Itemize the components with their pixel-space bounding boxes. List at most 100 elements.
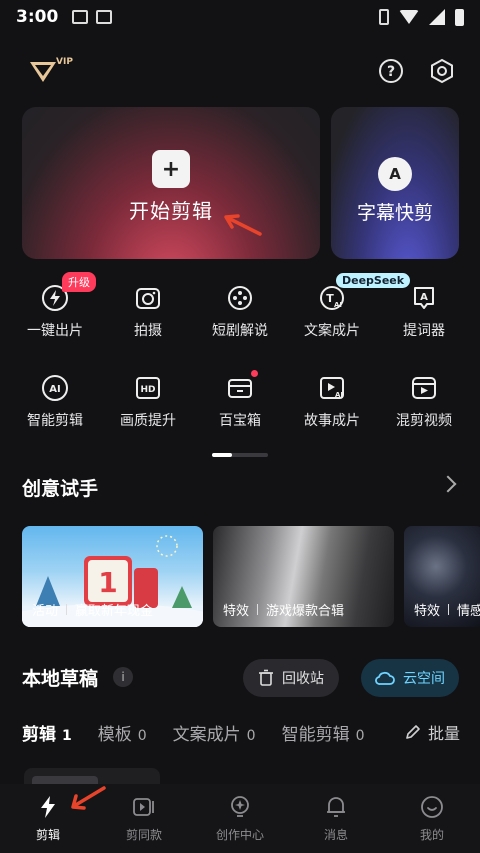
toolbox-red-dot: [251, 370, 258, 377]
tool-prompter[interactable]: A 提词器: [378, 284, 470, 340]
mix-video-icon: [412, 377, 436, 399]
help-icon: ?: [379, 59, 403, 83]
tool-label: 混剪视频: [396, 413, 452, 429]
nav-label: 我的: [419, 828, 444, 842]
deepseek-badge: DeepSeek: [336, 273, 411, 288]
trash-icon: [259, 669, 273, 686]
svg-text:AI: AI: [334, 301, 342, 309]
app-notification-icon: [96, 10, 113, 24]
tool-label: 提词器: [403, 323, 445, 339]
annotation-arrow-icon: [71, 786, 106, 810]
tool-mix-video[interactable]: 混剪视频: [378, 374, 470, 430]
start-edit-label: 开始剪辑: [129, 199, 213, 223]
creator-bulb-icon: [231, 796, 249, 817]
edit-pencil-icon: [406, 725, 420, 739]
battery-icon: [455, 8, 464, 26]
info-icon[interactable]: i: [113, 667, 133, 687]
nav-profile[interactable]: 我的: [384, 784, 480, 853]
tool-quality-boost[interactable]: HD 画质提升: [102, 374, 194, 430]
tool-label: 短剧解说: [212, 323, 268, 339]
promo-card-emotion[interactable]: 特效 情感: [404, 526, 480, 627]
draft-tabs: 剪辑 1 模板 0 文案成片 0 智能剪辑 0 批量: [22, 720, 460, 745]
recycle-bin-button[interactable]: 回收站: [243, 659, 339, 697]
help-button[interactable]: ?: [377, 57, 405, 85]
tab-count: 0: [137, 727, 147, 744]
subtitle-quick-cut-card[interactable]: A 字幕快剪: [331, 107, 459, 259]
chevron-right-icon[interactable]: [439, 475, 457, 493]
tool-text-to-video[interactable]: T AI 文案成片: [286, 284, 378, 340]
promo-title: 游戏爆款合辑: [266, 604, 345, 619]
tool-camera[interactable]: 拍摄: [102, 284, 194, 340]
promo-caption: 活动 赢取新年现金: [32, 600, 153, 619]
tool-label: 智能剪辑: [27, 413, 83, 429]
tool-label: 拍摄: [134, 323, 162, 339]
drafts-title: 本地草稿: [22, 668, 99, 690]
svg-text:AI: AI: [335, 391, 343, 399]
lightning-icon: [41, 796, 55, 818]
film-reel-icon: [228, 286, 252, 310]
tool-one-click[interactable]: 一键出片: [9, 284, 101, 340]
signal-icon: [429, 9, 445, 25]
promo-card-game-effects[interactable]: 特效 游戏爆款合辑: [213, 526, 394, 627]
tab-smart-edit[interactable]: 智能剪辑 0: [282, 720, 365, 745]
promo-caption: 特效 情感: [414, 600, 480, 619]
nav-template[interactable]: 剪同款: [96, 784, 192, 853]
subtitle-quick-cut-label: 字幕快剪: [356, 202, 433, 224]
promo-title: 赢取新年现金: [75, 604, 154, 619]
template-video-icon: [133, 798, 154, 816]
hd-icon: HD: [136, 377, 160, 399]
tool-story-video[interactable]: AI 故事成片: [286, 374, 378, 430]
tools-pager: [212, 453, 268, 457]
tool-short-drama[interactable]: 短剧解说: [194, 284, 286, 340]
batch-label: 批量: [427, 724, 460, 743]
toolbox-icon: [228, 379, 252, 398]
tab-text-video[interactable]: 文案成片 0: [173, 720, 256, 745]
svg-text:HD: HD: [140, 385, 155, 395]
tab-edit[interactable]: 剪辑 1: [22, 720, 72, 745]
nav-label: 消息: [323, 828, 348, 842]
svg-text:?: ?: [387, 64, 395, 80]
tool-label: 百宝箱: [219, 413, 261, 429]
wifi-icon: [399, 10, 419, 24]
vip-badge[interactable]: VIP: [28, 54, 74, 88]
upgrade-badge: 升级: [62, 272, 96, 292]
bell-icon: [327, 797, 345, 817]
tool-smart-edit[interactable]: AI 智能剪辑: [9, 374, 101, 430]
cloud-space-label: 云空间: [403, 671, 445, 687]
batch-button[interactable]: 批量: [404, 720, 460, 744]
tab-count: 0: [246, 727, 256, 744]
tool-label: 故事成片: [304, 413, 360, 429]
tool-label: 文案成片: [304, 323, 360, 339]
promo-tag: 活动: [32, 604, 59, 619]
nav-creator-center[interactable]: 创作中心: [192, 784, 288, 853]
promo-card-new-year[interactable]: 1 活动 赢取新年现金: [22, 526, 203, 627]
tool-toolbox[interactable]: 百宝箱: [194, 374, 286, 430]
nav-label: 剪同款: [125, 828, 162, 842]
promo-caption: 特效 游戏爆款合辑: [223, 600, 344, 619]
status-bar: 3:00: [0, 0, 480, 34]
gallery-notification-icon: [72, 10, 89, 24]
recycle-bin-label: 回收站: [282, 671, 324, 687]
ai-circle-icon: AI: [42, 375, 68, 401]
tab-template[interactable]: 模板 0: [98, 720, 147, 745]
svg-text:1: 1: [98, 566, 117, 599]
cloud-space-button[interactable]: 云空间: [361, 659, 459, 697]
vibrate-icon: [379, 9, 389, 25]
subtitle-a-icon: A: [378, 157, 412, 191]
smile-face-icon: [421, 796, 443, 818]
nav-messages[interactable]: 消息: [288, 784, 384, 853]
vip-text: VIP: [56, 57, 73, 67]
prompter-icon: A: [414, 287, 434, 309]
svg-text:AI: AI: [49, 384, 60, 395]
tab-count: 0: [355, 727, 365, 744]
text-ai-icon: T AI: [320, 286, 344, 310]
settings-button[interactable]: [428, 57, 456, 85]
svg-text:A: A: [420, 292, 428, 303]
tab-count: 1: [62, 727, 72, 744]
gear-icon: [431, 58, 453, 84]
promo-title: 情感: [457, 604, 480, 619]
start-edit-card[interactable]: + 开始剪辑: [22, 107, 320, 259]
plus-icon: +: [152, 150, 190, 188]
cloud-icon: [375, 671, 395, 685]
promo-tag: 特效: [223, 604, 250, 619]
